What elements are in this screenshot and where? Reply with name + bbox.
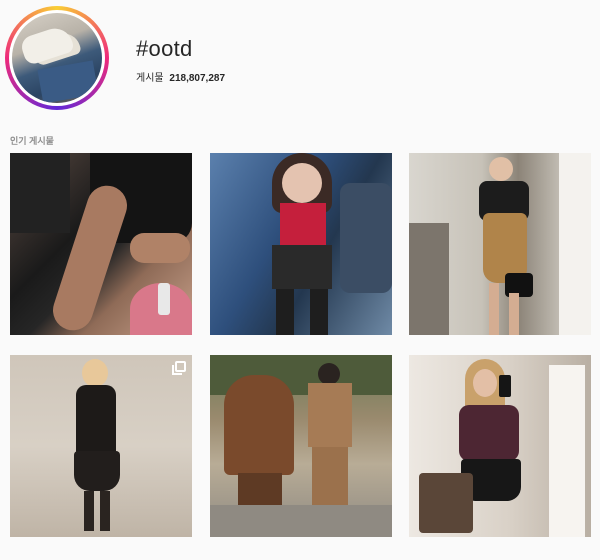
sweater-shape [459, 405, 519, 461]
leather-shorts-shape [272, 245, 332, 289]
right-leg-shape [100, 491, 110, 531]
top-posts-heading: 인기 게시물 [10, 136, 54, 146]
pillar-shape [409, 223, 449, 335]
head-shape [318, 363, 340, 385]
avatar-shoe-shape [18, 23, 76, 67]
left-leg-shape [489, 283, 499, 335]
right-leg-shape [509, 293, 519, 335]
face-shape [473, 369, 497, 397]
post-thumbnail-5[interactable] [210, 355, 392, 537]
post-thumbnail-6[interactable] [409, 355, 591, 537]
post-count-value: 218,807,287 [169, 73, 226, 84]
hashtag-avatar[interactable] [9, 10, 105, 106]
left-leg-shape [84, 491, 94, 531]
left-leg-shape [276, 289, 294, 335]
pavement-shape [210, 505, 392, 537]
forearm-shape [130, 233, 190, 263]
red-top-shape [280, 203, 326, 245]
handbag-shape [419, 473, 473, 533]
brown-cape-shape [224, 375, 294, 475]
post-thumbnail-3[interactable] [409, 153, 591, 335]
avatar-image [12, 13, 102, 103]
right-leg-shape [310, 289, 328, 335]
post-thumbnail-2[interactable] [210, 153, 392, 335]
hair-shape [82, 359, 108, 387]
hashtag-avatar-story-ring[interactable] [5, 6, 109, 110]
post-thumbnail-1[interactable] [10, 153, 192, 335]
suit-trousers-shape [312, 447, 348, 511]
car-shape [10, 153, 70, 233]
black-skirt-shape [74, 451, 120, 491]
face-front-shape [282, 163, 322, 203]
post-count-label: 게시물 [136, 73, 164, 84]
suit-jacket-shape [308, 383, 352, 447]
poster-figure-shape [340, 183, 392, 293]
avatar-denim-shape [37, 60, 99, 103]
hashtag-title: #ootd [136, 36, 193, 61]
phone-shape [499, 375, 511, 397]
multiple-posts-icon [172, 361, 186, 375]
bottle-shape [158, 283, 170, 315]
wall-shape [559, 153, 591, 335]
black-top-shape [76, 385, 116, 455]
door-shape [549, 365, 585, 537]
hashtag-header: #ootd 게시물 218,807,287 [0, 0, 600, 120]
face-shape [489, 157, 513, 181]
post-thumbnail-4[interactable] [10, 355, 192, 537]
post-count: 게시물 218,807,287 [136, 69, 228, 84]
